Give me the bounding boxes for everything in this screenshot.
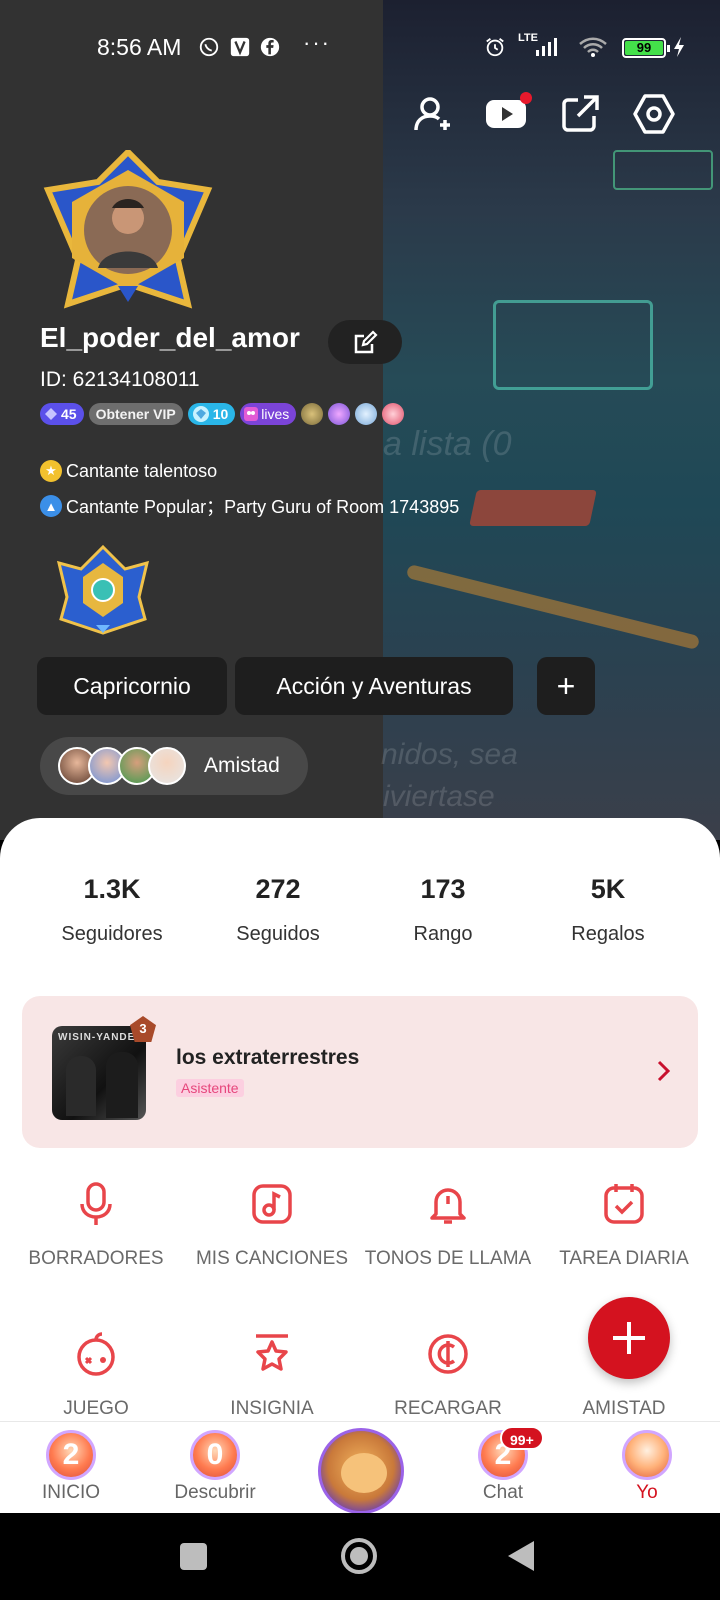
signal-icon	[536, 38, 557, 56]
lives-badge[interactable]: lives	[240, 403, 297, 425]
coin-icon	[428, 1334, 468, 1374]
badge-star-icon	[256, 1334, 288, 1371]
achievement-badge-2-icon[interactable]	[328, 403, 351, 425]
get-vip-button[interactable]: Obtener VIP	[88, 403, 183, 425]
alarm-icon	[486, 38, 504, 57]
level-badge[interactable]: 45	[40, 403, 84, 425]
system-navigation-bar	[0, 1513, 720, 1600]
friend-avatars	[58, 747, 186, 785]
crown-icon: ▲	[40, 495, 62, 517]
feature-juego[interactable]: JUEGO	[8, 1330, 184, 1420]
crystal-icon	[192, 406, 209, 422]
room-rank-badge: 3	[130, 1016, 156, 1042]
friendship-label: Amistad	[204, 754, 280, 777]
room-name: los extraterrestres	[176, 1046, 360, 1069]
create-button[interactable]	[588, 1297, 670, 1379]
badges-row: 45 Obtener VIP 10 lives	[40, 403, 405, 425]
tag-accion-aventuras[interactable]: Acción y Aventuras	[235, 657, 513, 715]
music-note-icon	[252, 1184, 292, 1224]
chevron-right-icon	[657, 1060, 671, 1082]
share-icon[interactable]	[558, 92, 602, 136]
notification-dot	[520, 92, 532, 104]
wifi-icon	[579, 37, 607, 57]
nav-yo[interactable]: Yo	[592, 1430, 702, 1504]
calendar-check-icon	[604, 1184, 644, 1224]
room-cover-image: WISIN-YANDEL	[52, 1026, 146, 1120]
friendship-button[interactable]: Amistad	[40, 737, 308, 795]
discover-icon: 0	[190, 1430, 240, 1480]
app-icon	[230, 37, 250, 57]
avatar	[148, 747, 186, 785]
bell-icon	[430, 1188, 466, 1224]
recent-apps-button[interactable]	[180, 1543, 207, 1570]
group-icon	[244, 407, 259, 421]
add-friend-icon[interactable]	[410, 92, 454, 136]
whatsapp-icon	[199, 37, 219, 57]
star-icon: ★	[40, 460, 62, 482]
edit-profile-button[interactable]	[328, 320, 402, 364]
feature-tonos-de-llama[interactable]: TONOS DE LLAMA	[360, 1180, 536, 1270]
facebook-icon	[260, 37, 280, 57]
room-card[interactable]: WISIN-YANDEL 3 los extraterrestres Asist…	[22, 996, 698, 1148]
status-time: 8:56 AM	[97, 34, 182, 60]
room-role-badge: Asistente	[176, 1079, 244, 1097]
medal-badge-icon[interactable]	[56, 545, 150, 635]
stat-followers[interactable]: 1.3K Seguidores	[22, 874, 202, 946]
achievement-badge-3-icon[interactable]	[355, 403, 378, 425]
title-talented-singer: ★ Cantante talentoso	[40, 460, 217, 482]
diamond-level-badge[interactable]: 10	[187, 403, 236, 425]
nav-descubrir[interactable]: 0 Descubrir	[160, 1430, 270, 1504]
edit-icon	[354, 330, 378, 354]
achievement-badge-4-icon[interactable]	[382, 403, 405, 425]
feature-mis-canciones[interactable]: MIS CANCIONES	[184, 1180, 360, 1270]
home-button-icon[interactable]	[339, 1536, 379, 1576]
stat-following[interactable]: 272 Seguidos	[188, 874, 368, 946]
game-icon	[77, 1332, 115, 1376]
settings-icon[interactable]	[632, 92, 676, 136]
tag-capricornio[interactable]: Capricornio	[37, 657, 227, 715]
chat-unread-badge: 99+	[500, 1426, 544, 1450]
avatar-frame[interactable]	[42, 150, 214, 312]
back-button-icon[interactable]	[506, 1539, 536, 1573]
feature-tarea-diaria[interactable]: TAREA DIARIA	[536, 1180, 712, 1270]
home-icon: 2	[46, 1430, 96, 1480]
plus-icon	[613, 1322, 645, 1354]
profile-icon	[622, 1430, 672, 1480]
achievement-badge-1-icon[interactable]	[301, 403, 324, 425]
charging-icon	[674, 37, 684, 57]
more-notifications: ···	[303, 30, 331, 55]
add-tag-button[interactable]: +	[537, 657, 595, 715]
stat-gifts[interactable]: 5K Regalos	[518, 874, 698, 946]
username: El_poder_del_amor	[40, 322, 300, 353]
feature-borradores[interactable]: BORRADORES	[8, 1180, 184, 1270]
center-action-button[interactable]	[318, 1428, 404, 1514]
feature-recargar[interactable]: RECARGAR	[360, 1330, 536, 1420]
user-id: ID: 62134108011	[40, 368, 200, 391]
status-bar: 8:56 AM ··· LTE 99	[0, 30, 720, 66]
nav-inicio[interactable]: 2 INICIO	[16, 1430, 126, 1504]
stat-rank[interactable]: 173 Rango	[353, 874, 533, 946]
diamond-icon	[45, 408, 57, 420]
mascot-icon	[341, 1453, 387, 1493]
battery-indicator: 99	[622, 38, 670, 58]
feature-insignia[interactable]: INSIGNIA	[184, 1330, 360, 1420]
title-popular-singer: ▲ Cantante Popular；Party Guru of Room 17…	[40, 493, 459, 519]
microphone-icon	[80, 1182, 112, 1225]
